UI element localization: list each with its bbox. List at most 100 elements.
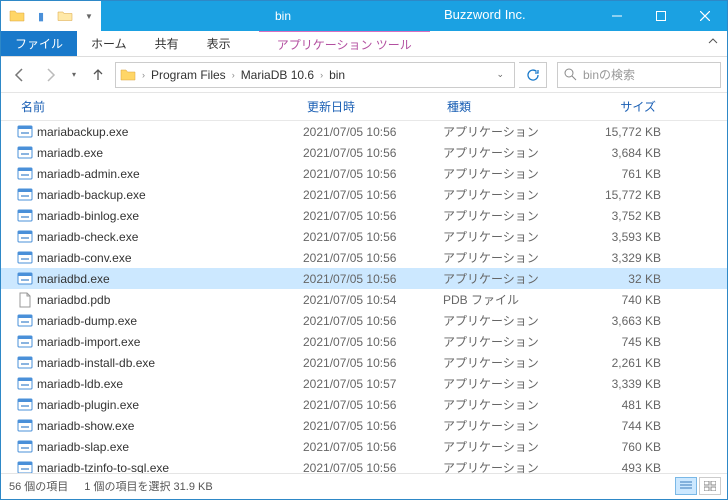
- file-size: 2,261 KB: [571, 356, 661, 370]
- file-name: mariadb-slap.exe: [37, 440, 129, 454]
- file-row[interactable]: mariadb-check.exe2021/07/05 10:56アプリケーショ…: [1, 226, 727, 247]
- file-list[interactable]: mariabackup.exe2021/07/05 10:56アプリケーション1…: [1, 121, 727, 473]
- nav-recent-dropdown[interactable]: ▾: [67, 62, 81, 88]
- file-size: 493 KB: [571, 461, 661, 474]
- file-type: アプリケーション: [443, 186, 571, 203]
- breadcrumb-segment[interactable]: bin: [329, 68, 345, 82]
- chevron-right-icon[interactable]: ›: [228, 70, 239, 80]
- nav-up-button[interactable]: [85, 62, 111, 88]
- ribbon-tab-file[interactable]: ファイル: [1, 31, 77, 56]
- file-size: 481 KB: [571, 398, 661, 412]
- search-input[interactable]: binの検索: [557, 62, 721, 88]
- column-header-size[interactable]: サイズ: [571, 93, 661, 120]
- exe-icon: [17, 250, 33, 266]
- file-date: 2021/07/05 10:56: [303, 230, 443, 244]
- file-type: アプリケーション: [443, 249, 571, 266]
- file-row[interactable]: mariadb-show.exe2021/07/05 10:56アプリケーション…: [1, 415, 727, 436]
- file-name: mariadb-check.exe: [37, 230, 138, 244]
- file-size: 3,593 KB: [571, 230, 661, 244]
- view-thumbnails-button[interactable]: [699, 477, 721, 495]
- file-row[interactable]: mariadb-dump.exe2021/07/05 10:56アプリケーション…: [1, 310, 727, 331]
- chevron-right-icon[interactable]: ›: [316, 70, 327, 80]
- file-type: アプリケーション: [443, 207, 571, 224]
- file-date: 2021/07/05 10:56: [303, 314, 443, 328]
- ribbon-tab-view[interactable]: 表示: [193, 31, 245, 56]
- file-date: 2021/07/05 10:54: [303, 293, 443, 307]
- ribbon-tab-home[interactable]: ホーム: [77, 31, 141, 56]
- search-placeholder: binの検索: [583, 66, 635, 83]
- nav-back-button[interactable]: [7, 62, 33, 88]
- title-tab: bin: [247, 1, 319, 31]
- column-headers: 名前 更新日時 種類 サイズ: [1, 93, 727, 121]
- file-row[interactable]: mariadb-backup.exe2021/07/05 10:56アプリケーシ…: [1, 184, 727, 205]
- file-row[interactable]: mariadb-ldb.exe2021/07/05 10:57アプリケーション3…: [1, 373, 727, 394]
- ribbon-tab-app-tools[interactable]: アプリケーション ツール: [259, 31, 430, 56]
- file-row[interactable]: mariadb-import.exe2021/07/05 10:56アプリケーシ…: [1, 331, 727, 352]
- exe-icon: [17, 439, 33, 455]
- refresh-button[interactable]: [519, 62, 547, 88]
- file-name: mariadb-backup.exe: [37, 188, 146, 202]
- folder-icon: [120, 67, 136, 83]
- file-row[interactable]: mariadb-tzinfo-to-sql.exe2021/07/05 10:5…: [1, 457, 727, 473]
- exe-icon: [17, 460, 33, 474]
- ribbon-collapse-icon[interactable]: [707, 35, 719, 47]
- breadcrumb-dropdown-icon[interactable]: ⌄: [490, 69, 510, 80]
- file-size: 3,339 KB: [571, 377, 661, 391]
- file-date: 2021/07/05 10:56: [303, 272, 443, 286]
- file-date: 2021/07/05 10:56: [303, 146, 443, 160]
- qat-dropdown-icon[interactable]: ▼: [77, 4, 101, 28]
- file-size: 3,329 KB: [571, 251, 661, 265]
- file-row[interactable]: mariadb-install-db.exe2021/07/05 10:56アプ…: [1, 352, 727, 373]
- column-header-date[interactable]: 更新日時: [303, 93, 443, 120]
- breadcrumb-segment[interactable]: MariaDB 10.6: [241, 68, 314, 82]
- file-date: 2021/07/05 10:56: [303, 209, 443, 223]
- column-header-name[interactable]: 名前: [17, 93, 303, 120]
- breadcrumb[interactable]: › Program Files › MariaDB 10.6 › bin ⌄: [115, 62, 515, 88]
- quick-access-toolbar: ▮ ▼: [1, 1, 101, 31]
- exe-icon: [17, 187, 33, 203]
- column-header-type[interactable]: 種類: [443, 93, 571, 120]
- file-size: 3,684 KB: [571, 146, 661, 160]
- file-name: mariadbd.pdb: [37, 293, 110, 307]
- file-date: 2021/07/05 10:56: [303, 398, 443, 412]
- qat-properties-icon[interactable]: ▮: [29, 4, 53, 28]
- file-date: 2021/07/05 10:56: [303, 251, 443, 265]
- exe-icon: [17, 376, 33, 392]
- file-date: 2021/07/05 10:57: [303, 377, 443, 391]
- file-row[interactable]: mariabackup.exe2021/07/05 10:56アプリケーション1…: [1, 121, 727, 142]
- chevron-right-icon[interactable]: ›: [138, 70, 149, 80]
- nav-forward-button[interactable]: [37, 62, 63, 88]
- search-icon: [564, 68, 577, 81]
- file-size: 15,772 KB: [571, 125, 661, 139]
- file-row[interactable]: mariadb-conv.exe 2021/07/05 10:56アプリケーション…: [1, 247, 727, 268]
- file-row[interactable]: mariadb.exe2021/07/05 10:56アプリケーション3,684…: [1, 142, 727, 163]
- exe-icon: [17, 208, 33, 224]
- file-size: 761 KB: [571, 167, 661, 181]
- file-name: mariadb-conv.exe: [37, 251, 132, 265]
- file-name: mariadb-plugin.exe: [37, 398, 139, 412]
- file-size: 760 KB: [571, 440, 661, 454]
- file-date: 2021/07/05 10:56: [303, 167, 443, 181]
- exe-icon: [17, 166, 33, 182]
- minimize-button[interactable]: [595, 1, 639, 31]
- folder-app-icon: [5, 4, 29, 28]
- file-date: 2021/07/05 10:56: [303, 356, 443, 370]
- file-size: 3,752 KB: [571, 209, 661, 223]
- ribbon-tabs: ファイル ホーム 共有 表示 アプリケーション ツール: [1, 31, 727, 57]
- view-details-button[interactable]: [675, 477, 697, 495]
- file-name: mariadbd.exe: [37, 272, 110, 286]
- breadcrumb-segment[interactable]: Program Files: [151, 68, 226, 82]
- qat-new-folder-icon[interactable]: [53, 4, 77, 28]
- file-row[interactable]: mariadb-plugin.exe2021/07/05 10:56アプリケーシ…: [1, 394, 727, 415]
- close-button[interactable]: [683, 1, 727, 31]
- maximize-button[interactable]: [639, 1, 683, 31]
- file-row[interactable]: mariadb-slap.exe2021/07/05 10:56アプリケーション…: [1, 436, 727, 457]
- file-row[interactable]: mariadb-binlog.exe2021/07/05 10:56アプリケーシ…: [1, 205, 727, 226]
- exe-icon: [17, 313, 33, 329]
- brand-label: Buzzword Inc.: [444, 7, 526, 22]
- file-row[interactable]: mariadb-admin.exe2021/07/05 10:56アプリケーショ…: [1, 163, 727, 184]
- file-row[interactable]: mariadbd.exe2021/07/05 10:56アプリケーション32 K…: [1, 268, 727, 289]
- ribbon-tab-share[interactable]: 共有: [141, 31, 193, 56]
- exe-icon: [17, 271, 33, 287]
- file-row[interactable]: mariadbd.pdb2021/07/05 10:54PDB ファイル740 …: [1, 289, 727, 310]
